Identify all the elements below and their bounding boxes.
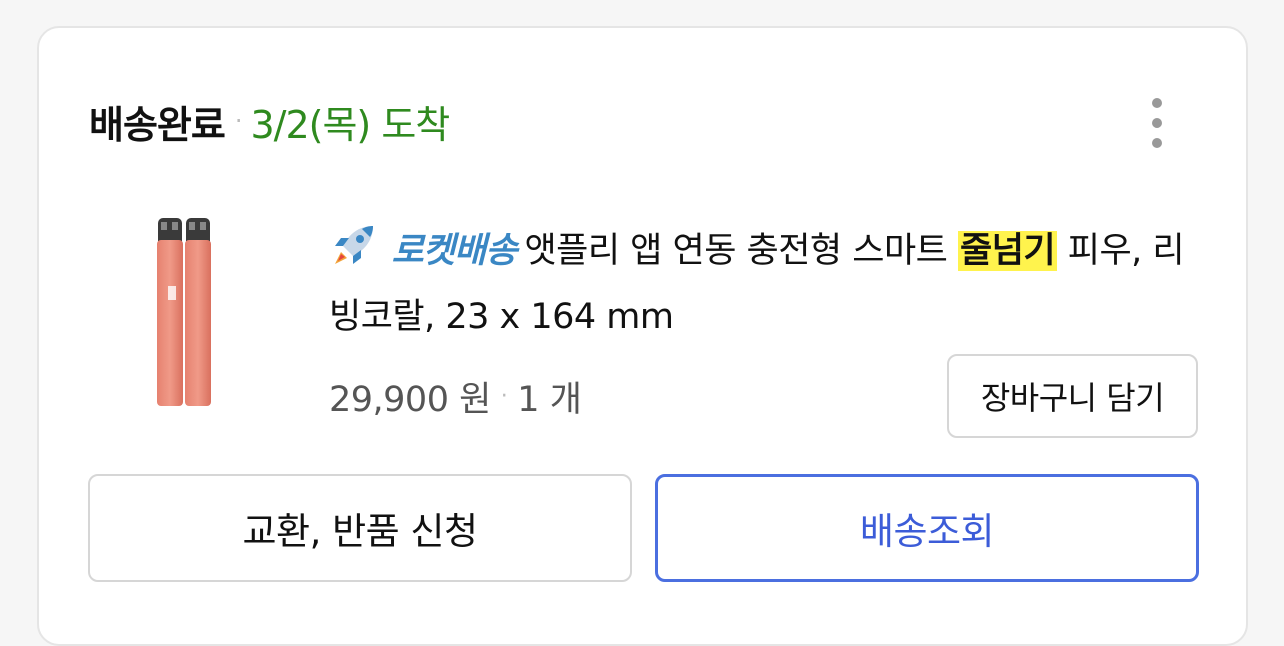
search-keyword-highlight: 줄넘기 <box>958 231 1058 271</box>
status-separator: · <box>234 107 243 135</box>
product-quantity: 1 개 <box>517 379 582 420</box>
price-row: 29,900 원 · 1 개 <box>329 372 582 420</box>
rocket-icon <box>335 226 373 264</box>
more-options-icon[interactable] <box>1137 94 1177 152</box>
product-thumbnail[interactable] <box>142 210 228 410</box>
delivery-status: 배송완료 <box>89 102 226 147</box>
exchange-return-button[interactable]: 교환, 반품 신청 <box>88 474 632 582</box>
rocket-delivery-badge: 로켓배송 <box>391 231 518 271</box>
price-separator: · <box>500 383 508 409</box>
product-price: 29,900 원 <box>329 379 491 420</box>
product-title-text: 앳플리 앱 연동 충전형 스마트 <box>524 231 948 271</box>
order-status-row: 배송완료 · 3/2(목) 도착 <box>89 96 450 147</box>
arrival-date: 3/2(목) 도착 <box>250 102 450 147</box>
order-card: 배송완료 · 3/2(목) 도착 로켓배송 앳플리 앱 연동 충전형 스마트 줄… <box>37 26 1248 646</box>
track-delivery-button[interactable]: 배송조회 <box>655 474 1199 582</box>
add-to-cart-button[interactable]: 장바구니 담기 <box>947 354 1198 438</box>
product-title[interactable]: 로켓배송 앳플리 앱 연동 충전형 스마트 줄넘기 피우, 리빙코랄, 23 x … <box>329 218 1209 350</box>
